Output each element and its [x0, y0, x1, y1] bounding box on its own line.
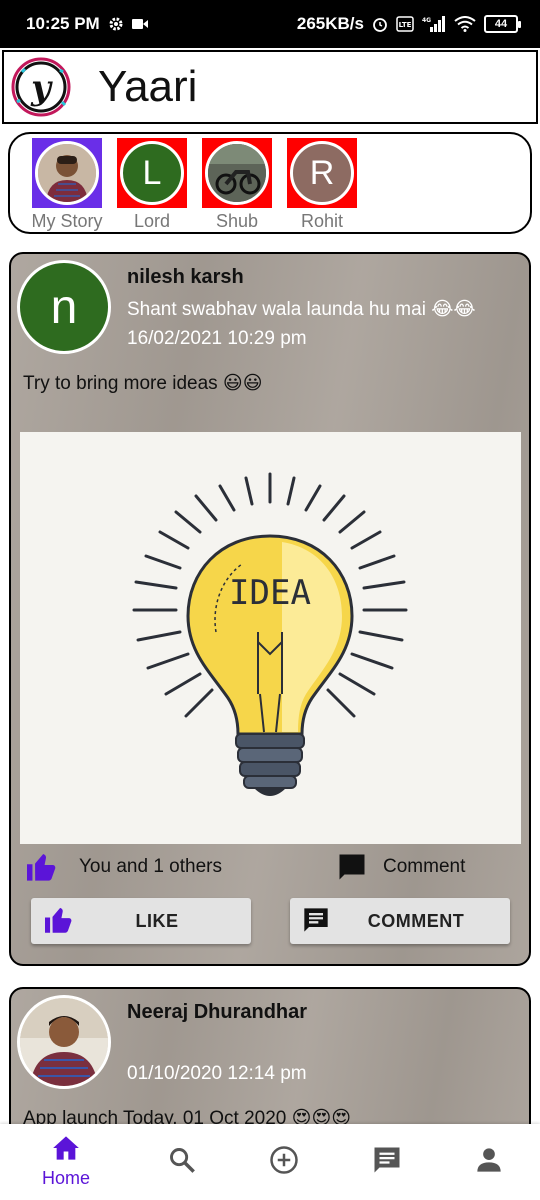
stories-bar: My Story L Lord Shub R Rohit: [8, 132, 532, 234]
nav-home-label: Home: [41, 1168, 90, 1188]
story-avatar-photo: [205, 141, 269, 205]
story-shub[interactable]: Shub: [202, 138, 272, 232]
story-frame: L: [117, 138, 187, 208]
story-avatar-letter: L: [120, 141, 184, 205]
home-icon: [52, 1135, 80, 1166]
chat-icon: [372, 1145, 402, 1180]
nav-add-post[interactable]: [252, 1124, 316, 1200]
story-frame: R: [287, 138, 357, 208]
image-idea-text: IDEA: [229, 573, 311, 613]
comment-icon: [337, 852, 367, 887]
post-avatar-photo[interactable]: [17, 995, 111, 1089]
gear-icon: [108, 16, 124, 32]
status-bar: 10:25 PM 265KB/s LTE 4G 44: [0, 0, 540, 48]
app-title: Yaari: [98, 62, 198, 111]
post-card: Neeraj Dhurandhar 01/10/2020 12:14 pm Ap…: [9, 987, 531, 1124]
story-rohit[interactable]: R Rohit: [287, 138, 357, 232]
story-avatar-letter: R: [290, 141, 354, 205]
volte-icon: LTE: [396, 16, 414, 32]
story-lord[interactable]: L Lord: [117, 138, 187, 232]
video-icon: [131, 18, 148, 30]
signal-icon: 4G: [422, 16, 446, 32]
svg-text:4G: 4G: [422, 17, 431, 24]
story-label: Shub: [215, 211, 259, 231]
comment-button-label: COMMENT: [367, 910, 465, 931]
post-date: 01/10/2020 12:14 pm: [127, 1063, 307, 1084]
story-label: My Story: [31, 211, 103, 231]
post-text: Try to bring more ideas 😃😃: [23, 373, 263, 394]
alarm-icon: [372, 16, 388, 32]
app-header: y Yaari: [2, 50, 538, 124]
nav-messages[interactable]: [355, 1124, 419, 1200]
wifi-icon: [454, 16, 476, 32]
status-time: 10:25 PM: [26, 14, 100, 33]
bottom-nav: Home: [0, 1124, 540, 1200]
post-avatar[interactable]: n: [17, 260, 111, 354]
comment-count-label[interactable]: Comment: [383, 856, 465, 878]
post-date: 16/02/2021 10:29 pm: [127, 328, 307, 349]
like-button-label: LIKE: [135, 910, 179, 931]
post-bio: Shant swabhav wala launda hu mai 😂😂: [127, 299, 476, 320]
network-speed: 265KB/s: [296, 14, 364, 33]
nav-home[interactable]: Home: [30, 1124, 102, 1200]
story-label: Rohit: [300, 211, 344, 231]
battery-level: 44: [494, 18, 508, 30]
battery-icon: 44: [484, 15, 521, 33]
post-image[interactable]: IDEA: [20, 432, 521, 844]
story-my-story[interactable]: My Story: [31, 138, 103, 232]
add-circle-icon: [269, 1145, 299, 1180]
likes-row: You and 1 others Comment: [11, 846, 529, 888]
like-button[interactable]: LIKE: [31, 898, 251, 944]
profile-icon: [475, 1146, 503, 1179]
story-label: Lord: [133, 211, 171, 231]
post-card: n nilesh karsh Shant swabhav wala launda…: [9, 252, 531, 966]
story-frame: [202, 138, 272, 208]
post-author[interactable]: Neeraj Dhurandhar: [127, 1001, 307, 1024]
nav-profile[interactable]: [457, 1124, 521, 1200]
comment-button[interactable]: COMMENT: [290, 898, 510, 944]
search-icon: [168, 1146, 196, 1179]
story-avatar-photo: [35, 141, 99, 205]
story-frame: [32, 138, 102, 208]
logo-letter: y: [30, 68, 53, 108]
feed[interactable]: n nilesh karsh Shant swabhav wala launda…: [0, 244, 540, 1124]
likes-count[interactable]: You and 1 others: [79, 856, 222, 878]
post-text: App launch Today, 01 Oct 2020 😍😍😍: [23, 1108, 352, 1124]
thumbs-up-icon: [25, 852, 59, 887]
svg-text:LTE: LTE: [399, 21, 412, 29]
app-logo: y: [10, 56, 72, 118]
nav-search[interactable]: [150, 1124, 214, 1200]
post-author[interactable]: nilesh karsh: [127, 266, 244, 289]
